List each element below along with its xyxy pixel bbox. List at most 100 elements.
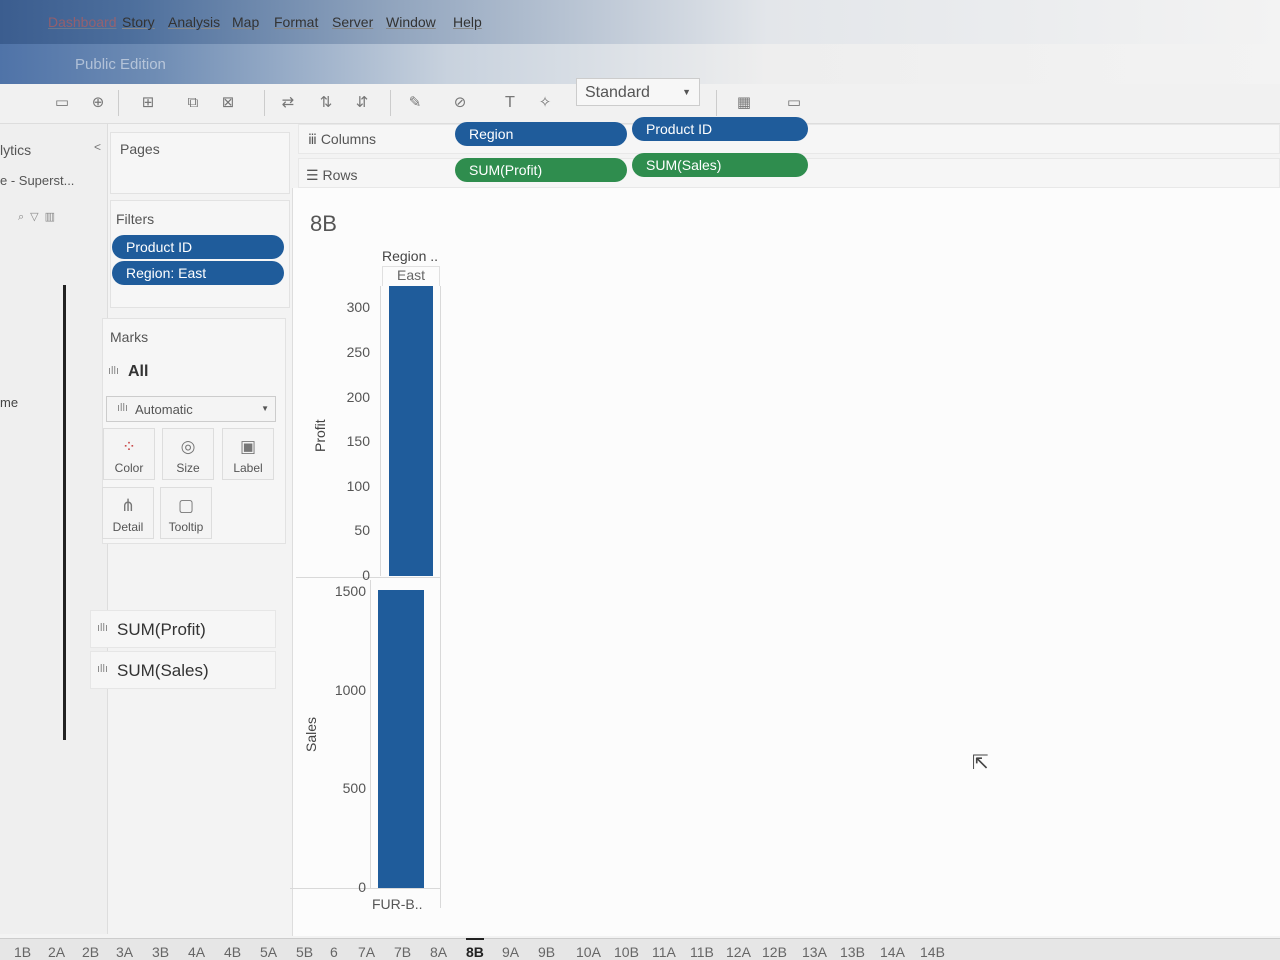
rows-shelf-label: ☰ Rows (306, 167, 358, 183)
sheet-tab[interactable]: 4B (224, 944, 241, 960)
pane-right-border (440, 286, 441, 908)
sales-axis-tick: 1500 (334, 582, 366, 599)
bar-chart-icon: ıllı (97, 663, 108, 675)
column-pill-product-id[interactable]: Product ID (632, 117, 808, 141)
detail-icon: ⋔ (120, 496, 136, 516)
sheet-tab[interactable]: 2A (48, 944, 65, 960)
save-icon[interactable]: ▭ (52, 92, 72, 112)
menu-analysis[interactable]: Analysis (168, 14, 220, 30)
marks-measure-profit[interactable]: ıllı SUM(Profit) (90, 610, 276, 648)
chevron-down-icon: ▼ (682, 87, 691, 97)
data-pane-scrollbar[interactable] (63, 285, 66, 740)
label-icon: ▣ (239, 437, 257, 457)
sheet-tab[interactable]: 13B (840, 944, 865, 960)
column-pill-region[interactable]: Region (455, 122, 627, 146)
sheet-tab[interactable]: 12B (762, 944, 787, 960)
sheet-tab[interactable]: 9B (538, 944, 555, 960)
sheet-tab[interactable]: 8A (430, 944, 447, 960)
sheet-tab[interactable]: 9A (502, 944, 519, 960)
new-datasource-icon[interactable]: ⊕ (88, 92, 108, 112)
profit-axis-line (380, 286, 381, 576)
row-footer-label[interactable]: FUR-B.. (372, 896, 423, 912)
sort-ascending-icon[interactable]: ⇅ (316, 92, 336, 112)
profit-axis-tick: 250 (346, 343, 370, 360)
sheet-tab[interactable]: 13A (802, 944, 827, 960)
collapse-icon[interactable]: < (94, 140, 101, 154)
columns-shelf-label: ⅲ Columns (308, 131, 377, 147)
row-pill-profit[interactable]: SUM(Profit) (455, 158, 627, 182)
sheet-tab[interactable]: 5A (260, 944, 277, 960)
menu-dashboard[interactable]: Dashboard (48, 14, 117, 30)
detail-label: Detail (112, 520, 144, 534)
color-button[interactable]: ⁘ Color (103, 428, 155, 480)
sales-axis-tick: 0 (358, 879, 366, 895)
menu-map[interactable]: Map (232, 14, 259, 30)
sheet-tab[interactable]: 5B (296, 944, 313, 960)
profit-axis-tick: 50 (354, 522, 370, 539)
size-button[interactable]: ◎ Size (162, 428, 214, 480)
filter-pill-region[interactable]: Region: East (112, 261, 284, 285)
sheet-tab[interactable]: 7A (358, 944, 375, 960)
sheet-tab[interactable]: 3B (152, 944, 169, 960)
new-sheet-icon[interactable]: ⊞ (138, 92, 158, 112)
highlight-icon[interactable]: ✎ (405, 92, 425, 112)
group-icon[interactable]: ⊘ (450, 92, 470, 112)
sheet-tab[interactable]: 3A (116, 944, 133, 960)
sheet-tab[interactable]: 1B (14, 944, 31, 960)
pin-icon[interactable]: ✧ (535, 92, 555, 112)
column-header-value[interactable]: East (382, 266, 440, 286)
menu-server[interactable]: Server (332, 14, 373, 30)
mark-type-select[interactable]: ıllı Automatic ▼ (106, 396, 276, 422)
chevron-down-icon: ▼ (261, 404, 269, 413)
profit-axis-tick: 100 (346, 477, 370, 494)
detail-button[interactable]: ⋔ Detail (102, 487, 154, 539)
size-icon: ◎ (180, 437, 196, 457)
mark-type-value: Automatic (135, 402, 193, 417)
show-cards-icon[interactable]: ▦ (734, 92, 754, 112)
swap-axes-icon[interactable]: ⇄ (278, 92, 298, 112)
data-pane-tools-icon[interactable]: ⌕▽▥ (18, 210, 61, 224)
duplicate-sheet-icon[interactable]: ⧉ (183, 92, 203, 112)
profit-bar[interactable] (389, 286, 433, 576)
row-pill-sales[interactable]: SUM(Sales) (632, 153, 808, 177)
sheet-tab[interactable]: 10B (614, 944, 639, 960)
presentation-mode-icon[interactable]: ▭ (784, 92, 804, 112)
marks-all-label[interactable]: All (128, 363, 148, 381)
sheet-tab[interactable]: 2B (82, 944, 99, 960)
show-labels-icon[interactable]: T (500, 92, 520, 112)
sheet-tab[interactable]: 10A (576, 944, 601, 960)
profit-axis-tick: 300 (346, 299, 370, 316)
size-label: Size (176, 461, 200, 475)
sheet-tab[interactable]: 4A (188, 944, 205, 960)
sheet-tab[interactable]: 7B (394, 944, 411, 960)
fit-select[interactable]: Standard ▼ (576, 78, 700, 106)
color-label: Color (114, 461, 144, 475)
sheet-tab[interactable]: 14A (880, 944, 905, 960)
sheet-tab[interactable]: 6 (330, 944, 338, 960)
sheet-tab[interactable]: 8B (466, 938, 484, 960)
data-source-item[interactable]: e - Superst... (0, 173, 74, 188)
filters-title: Filters (116, 211, 155, 227)
sort-descending-icon[interactable]: ⇵ (352, 92, 372, 112)
menu-story[interactable]: Story (122, 14, 155, 30)
label-button[interactable]: ▣ Label (222, 428, 274, 480)
marks-measure-sales[interactable]: ıllı SUM(Sales) (90, 651, 276, 689)
menu-window[interactable]: Window (386, 14, 436, 30)
sheet-tab[interactable]: 11A (652, 944, 676, 960)
sheet-tab[interactable]: 11B (690, 944, 714, 960)
sheet-tab[interactable]: 14B (920, 944, 945, 960)
tooltip-button[interactable]: ▢ Tooltip (160, 487, 212, 539)
columns-icon: ⅲ (308, 131, 321, 147)
data-field-item[interactable]: me (0, 395, 18, 410)
sales-bar[interactable] (378, 589, 424, 888)
filter-pill-product-id[interactable]: Product ID (112, 235, 284, 259)
clear-sheet-icon[interactable]: ⊠ (218, 92, 238, 112)
menu-format[interactable]: Format (274, 14, 318, 30)
column-header-title[interactable]: Region .. (382, 248, 438, 264)
bar-chart-icon: ıllı (117, 402, 128, 414)
sheet-tab[interactable]: 12A (726, 944, 751, 960)
tooltip-icon: ▢ (177, 496, 195, 516)
fit-select-value: Standard (585, 84, 650, 101)
menu-help[interactable]: Help (453, 14, 482, 30)
profit-axis-tick: 200 (346, 388, 370, 405)
